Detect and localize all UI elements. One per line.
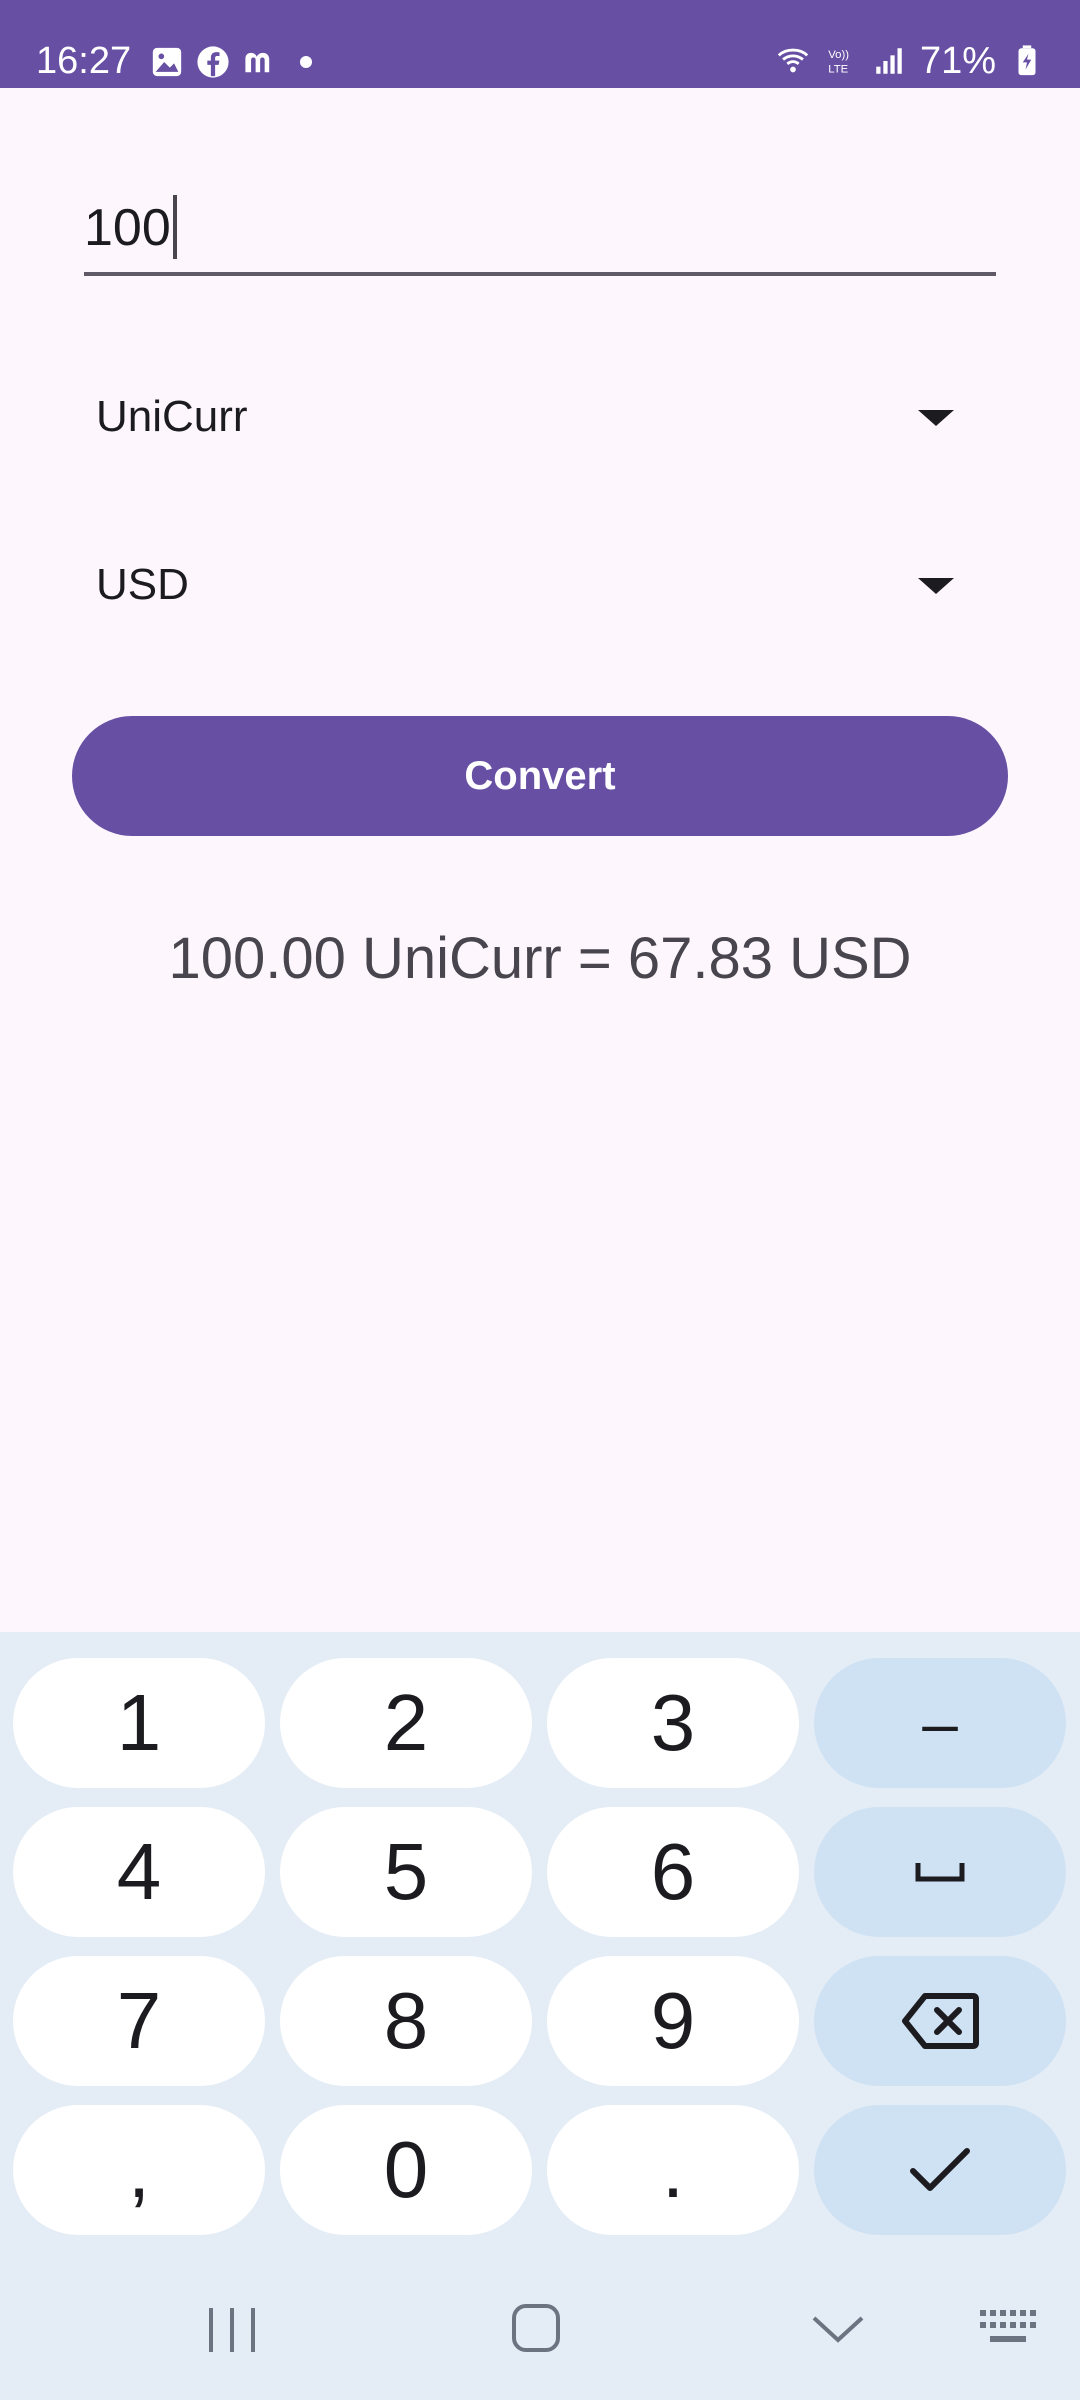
conversion-result: 100.00 UniCurr = 67.83 USD <box>168 926 912 991</box>
notification-icons <box>150 42 312 82</box>
dot-icon <box>300 56 312 68</box>
status-time: 16:27 <box>36 40 132 82</box>
to-currency-dropdown[interactable]: USD <box>72 530 972 640</box>
convert-button[interactable]: Convert <box>72 716 1008 836</box>
key-6[interactable]: 6 <box>547 1807 799 1937</box>
keyboard-switch-icon[interactable] <box>978 2308 1040 2348</box>
key-1[interactable]: 1 <box>13 1658 265 1788</box>
key-comma[interactable]: , <box>13 2105 265 2235</box>
checkmark-icon <box>910 2148 970 2191</box>
backspace-icon <box>902 1993 979 2049</box>
key-dot[interactable]: . <box>547 2105 799 2235</box>
text-caret <box>172 195 177 260</box>
key-2[interactable]: 2 <box>280 1658 532 1788</box>
key-space[interactable] <box>814 1807 1066 1937</box>
key-8[interactable]: 8 <box>280 1956 532 2086</box>
volte-icon: Vo)) LTE <box>828 49 849 75</box>
battery-percent: 71% <box>919 39 996 82</box>
key-0[interactable]: 0 <box>280 2105 532 2235</box>
m-app-icon <box>245 52 270 73</box>
key-9[interactable]: 9 <box>547 1956 799 2086</box>
to-currency-value: USD <box>96 560 189 609</box>
key-backspace[interactable] <box>814 1956 1066 2086</box>
svg-text:Vo)): Vo)) <box>828 49 849 61</box>
chevron-down-icon <box>918 578 954 594</box>
from-currency-dropdown[interactable]: UniCurr <box>72 362 972 472</box>
space-icon <box>915 1863 965 1882</box>
signal-icon <box>876 48 902 74</box>
numeric-keyboard: 1 2 3 – 4 5 6 7 8 9 , 0 . <box>0 1632 1080 2400</box>
status-bar: 16:27 Vo)) LTE 71% <box>0 0 1080 88</box>
facebook-icon <box>197 46 229 78</box>
battery-icon <box>1018 45 1036 76</box>
from-currency-value: UniCurr <box>96 392 248 441</box>
home-icon[interactable] <box>510 2302 562 2356</box>
key-done[interactable] <box>814 2105 1066 2235</box>
key-4[interactable]: 4 <box>13 1807 265 1937</box>
gallery-icon <box>152 47 182 77</box>
key-5[interactable]: 5 <box>280 1807 532 1937</box>
key-minus[interactable]: – <box>814 1658 1066 1788</box>
svg-text:LTE: LTE <box>828 63 848 75</box>
amount-value: 100 <box>84 199 171 257</box>
wifi-icon <box>777 48 809 73</box>
amount-input-text: 100 <box>84 195 177 263</box>
back-icon[interactable] <box>810 2312 866 2346</box>
key-3[interactable]: 3 <box>547 1658 799 1788</box>
chevron-down-icon <box>918 410 954 426</box>
amount-input[interactable]: 100 <box>84 176 996 276</box>
recent-apps-icon[interactable] <box>205 2304 259 2356</box>
key-7[interactable]: 7 <box>13 1956 265 2086</box>
system-icons: Vo)) LTE 71% <box>776 38 1044 84</box>
